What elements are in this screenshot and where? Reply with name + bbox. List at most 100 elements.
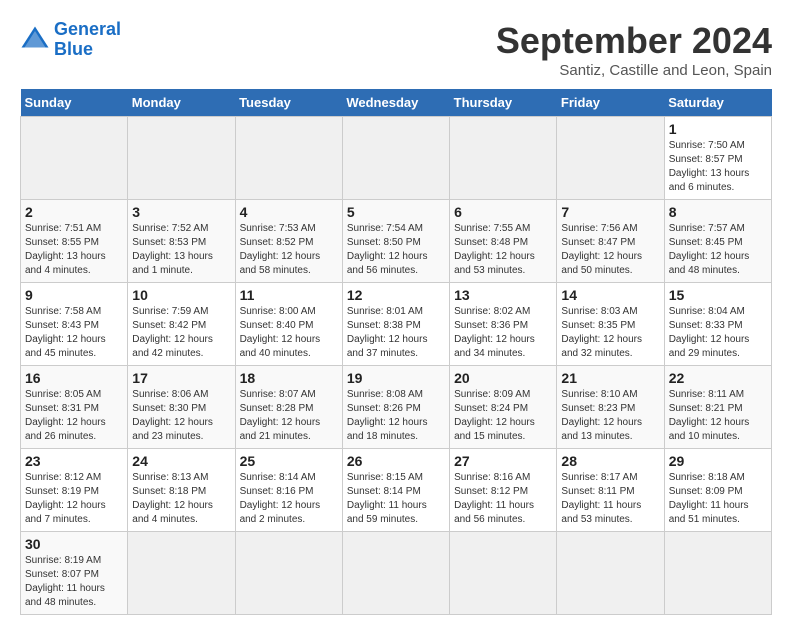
logo-line2: Blue xyxy=(54,39,93,59)
day-number: 27 xyxy=(454,453,552,469)
day-info: Sunrise: 8:07 AMSunset: 8:28 PMDaylight:… xyxy=(240,388,338,444)
calendar-day-cell: 17 Sunrise: 8:06 AMSunset: 8:30 PMDayligh… xyxy=(128,366,235,449)
calendar-day-cell xyxy=(235,117,342,200)
day-number: 21 xyxy=(561,370,659,386)
calendar-day-cell xyxy=(557,532,664,615)
calendar-day-cell: 4 Sunrise: 7:53 AMSunset: 8:52 PMDaylight… xyxy=(235,200,342,283)
calendar-day-cell: 23 Sunrise: 8:12 AMSunset: 8:19 PMDayligh… xyxy=(21,449,128,532)
weekday-header-saturday: Saturday xyxy=(664,89,771,117)
day-number: 22 xyxy=(669,370,767,386)
title-area: September 2024 Santiz, Castille and Leon… xyxy=(496,20,772,79)
day-info: Sunrise: 8:09 AMSunset: 8:24 PMDaylight:… xyxy=(454,388,552,444)
calendar-day-cell: 3Sunrise: 7:52 AMSunset: 8:53 PMDaylight… xyxy=(128,200,235,283)
calendar-day-cell: 24Sunrise: 8:13 AMSunset: 8:18 PMDayligh… xyxy=(128,449,235,532)
day-number: 4 xyxy=(240,204,338,220)
day-number: 7 xyxy=(561,204,659,220)
calendar-header: SundayMondayTuesdayWednesdayThursdayFrid… xyxy=(21,89,772,117)
page-header: General Blue September 2024 Santiz, Cast… xyxy=(20,20,772,79)
calendar-day-cell xyxy=(21,117,128,200)
calendar-day-cell: 15 Sunrise: 8:04 AMSunset: 8:33 PMDayligh… xyxy=(664,283,771,366)
weekday-header-thursday: Thursday xyxy=(450,89,557,117)
day-number: 25 xyxy=(240,453,338,469)
day-info: Sunrise: 8:16 AMSunset: 8:12 PMDaylight:… xyxy=(454,471,552,527)
weekday-header-sunday: Sunday xyxy=(21,89,128,117)
calendar-day-cell: 12 Sunrise: 8:01 AMSunset: 8:38 PMDayligh… xyxy=(342,283,449,366)
weekday-header-row: SundayMondayTuesdayWednesdayThursdayFrid… xyxy=(21,89,772,117)
calendar-day-cell: 22 Sunrise: 8:11 AMSunset: 8:21 PMDayligh… xyxy=(664,366,771,449)
day-info: Sunrise: 8:11 AMSunset: 8:21 PMDaylight:… xyxy=(669,388,767,444)
calendar-day-cell: 19Sunrise: 8:08 AMSunset: 8:26 PMDayligh… xyxy=(342,366,449,449)
calendar-week-row: 30Sunrise: 8:19 AMSunset: 8:07 PMDayligh… xyxy=(21,532,772,615)
calendar-day-cell xyxy=(128,117,235,200)
calendar-day-cell: 25 Sunrise: 8:14 AMSunset: 8:16 PMDayligh… xyxy=(235,449,342,532)
calendar-day-cell: 8Sunrise: 7:57 AMSunset: 8:45 PMDaylight… xyxy=(664,200,771,283)
day-number: 23 xyxy=(25,453,123,469)
day-number: 1 xyxy=(669,121,767,137)
day-info: Sunrise: 8:12 AMSunset: 8:19 PMDaylight:… xyxy=(25,471,123,527)
calendar-day-cell: 20Sunrise: 8:09 AMSunset: 8:24 PMDayligh… xyxy=(450,366,557,449)
day-number: 28 xyxy=(561,453,659,469)
weekday-header-monday: Monday xyxy=(128,89,235,117)
day-number: 11 xyxy=(240,287,338,303)
day-number: 5 xyxy=(347,204,445,220)
day-info: Sunrise: 7:54 AMSunset: 8:50 PMDaylight:… xyxy=(347,222,445,278)
day-info: Sunrise: 8:04 AMSunset: 8:33 PMDaylight:… xyxy=(669,305,767,361)
day-info: Sunrise: 8:05 AMSunset: 8:31 PMDaylight:… xyxy=(25,388,123,444)
day-info: Sunrise: 8:13 AMSunset: 8:18 PMDaylight:… xyxy=(132,471,230,527)
calendar-day-cell: 7 Sunrise: 7:56 AMSunset: 8:47 PMDaylight… xyxy=(557,200,664,283)
logo-text: General Blue xyxy=(54,20,121,60)
day-info: Sunrise: 7:51 AMSunset: 8:55 PMDaylight:… xyxy=(25,222,123,278)
day-number: 10 xyxy=(132,287,230,303)
calendar-day-cell: 21 Sunrise: 8:10 AMSunset: 8:23 PMDayligh… xyxy=(557,366,664,449)
day-info: Sunrise: 8:10 AMSunset: 8:23 PMDaylight:… xyxy=(561,388,659,444)
month-title: September 2024 xyxy=(496,20,772,62)
day-number: 15 xyxy=(669,287,767,303)
calendar-day-cell: 11Sunrise: 8:00 AMSunset: 8:40 PMDayligh… xyxy=(235,283,342,366)
calendar-day-cell: 10 Sunrise: 7:59 AMSunset: 8:42 PMDayligh… xyxy=(128,283,235,366)
calendar-day-cell xyxy=(664,532,771,615)
weekday-header-friday: Friday xyxy=(557,89,664,117)
day-number: 12 xyxy=(347,287,445,303)
day-number: 30 xyxy=(25,536,123,552)
day-info: Sunrise: 8:14 AMSunset: 8:16 PMDaylight:… xyxy=(240,471,338,527)
calendar-day-cell xyxy=(342,532,449,615)
calendar-day-cell xyxy=(450,532,557,615)
calendar-day-cell: 5 Sunrise: 7:54 AMSunset: 8:50 PMDaylight… xyxy=(342,200,449,283)
calendar-week-row: 16Sunrise: 8:05 AMSunset: 8:31 PMDayligh… xyxy=(21,366,772,449)
calendar-day-cell: 1Sunrise: 7:50 AMSunset: 8:57 PMDaylight… xyxy=(664,117,771,200)
calendar-day-cell: 2 Sunrise: 7:51 AMSunset: 8:55 PMDaylight… xyxy=(21,200,128,283)
calendar-week-row: 23 Sunrise: 8:12 AMSunset: 8:19 PMDayligh… xyxy=(21,449,772,532)
day-number: 9 xyxy=(25,287,123,303)
day-number: 6 xyxy=(454,204,552,220)
calendar-day-cell xyxy=(450,117,557,200)
calendar-day-cell xyxy=(342,117,449,200)
day-info: Sunrise: 8:03 AMSunset: 8:35 PMDaylight:… xyxy=(561,305,659,361)
day-info: Sunrise: 8:15 AMSunset: 8:14 PMDaylight:… xyxy=(347,471,445,527)
day-number: 13 xyxy=(454,287,552,303)
day-number: 2 xyxy=(25,204,123,220)
day-number: 14 xyxy=(561,287,659,303)
day-info: Sunrise: 7:52 AMSunset: 8:53 PMDaylight:… xyxy=(132,222,230,278)
calendar-week-row: 9Sunrise: 7:58 AMSunset: 8:43 PMDaylight… xyxy=(21,283,772,366)
day-info: Sunrise: 7:56 AMSunset: 8:47 PMDaylight:… xyxy=(561,222,659,278)
calendar-week-row: 1Sunrise: 7:50 AMSunset: 8:57 PMDaylight… xyxy=(21,117,772,200)
day-info: Sunrise: 8:01 AMSunset: 8:38 PMDaylight:… xyxy=(347,305,445,361)
calendar-day-cell: 18 Sunrise: 8:07 AMSunset: 8:28 PMDayligh… xyxy=(235,366,342,449)
calendar-day-cell: 6Sunrise: 7:55 AMSunset: 8:48 PMDaylight… xyxy=(450,200,557,283)
day-number: 18 xyxy=(240,370,338,386)
logo-icon xyxy=(20,25,50,55)
calendar-day-cell: 27 Sunrise: 8:16 AMSunset: 8:12 PMDayligh… xyxy=(450,449,557,532)
calendar-day-cell: 9Sunrise: 7:58 AMSunset: 8:43 PMDaylight… xyxy=(21,283,128,366)
day-number: 17 xyxy=(132,370,230,386)
calendar-day-cell: 29Sunrise: 8:18 AMSunset: 8:09 PMDayligh… xyxy=(664,449,771,532)
calendar-day-cell xyxy=(128,532,235,615)
day-info: Sunrise: 7:57 AMSunset: 8:45 PMDaylight:… xyxy=(669,222,767,278)
day-info: Sunrise: 8:02 AMSunset: 8:36 PMDaylight:… xyxy=(454,305,552,361)
day-info: Sunrise: 8:18 AMSunset: 8:09 PMDaylight:… xyxy=(669,471,767,527)
day-info: Sunrise: 8:06 AMSunset: 8:30 PMDaylight:… xyxy=(132,388,230,444)
day-info: Sunrise: 7:53 AMSunset: 8:52 PMDaylight:… xyxy=(240,222,338,278)
calendar-day-cell: 26Sunrise: 8:15 AMSunset: 8:14 PMDayligh… xyxy=(342,449,449,532)
day-info: Sunrise: 7:59 AMSunset: 8:42 PMDaylight:… xyxy=(132,305,230,361)
calendar-day-cell xyxy=(557,117,664,200)
calendar-day-cell: 16Sunrise: 8:05 AMSunset: 8:31 PMDayligh… xyxy=(21,366,128,449)
